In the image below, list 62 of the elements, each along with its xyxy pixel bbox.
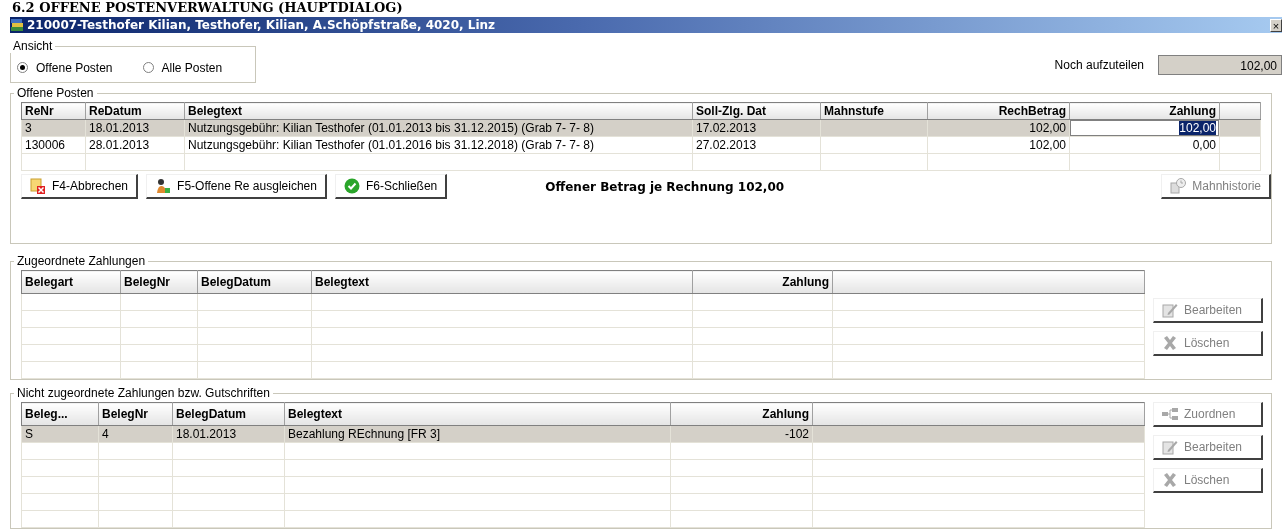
table-cell: 18.01.2013 xyxy=(176,427,237,441)
table-cell: Nutzungsgebühr: Kilian Testhofer (01.01.2016 bis 31.12.2018) (Grab 7- 7- 8) xyxy=(188,138,595,152)
table-cell: 102,00 xyxy=(1029,138,1066,152)
table-cell: 130006 xyxy=(25,138,66,152)
table-cell: 102,00 xyxy=(1029,121,1066,135)
table-row[interactable]: 130006 28.01.2013 Nutzungsgebühr: Kilian Testhofer (01.01.2016 bis 31.12.2018) (Grab 7- 7- 8) 27.02.2013 102,00 0,00 xyxy=(21,136,1261,154)
document-heading: 6.2 OFFENE POSTENVERWALTUNG (HAUPTDIALOG) xyxy=(11,0,404,17)
tree-icon xyxy=(1162,406,1178,422)
action-button[interactable]: F6-Schließen xyxy=(334,174,448,199)
field-label: Noch aufzuteilen xyxy=(1054,58,1144,72)
edit-icon xyxy=(1162,302,1178,318)
column-header[interactable]: BelegDatum xyxy=(197,270,312,294)
remaining-amount-field[interactable]: 102,00 xyxy=(1158,55,1282,75)
table-cell: S xyxy=(25,427,33,441)
book-stack-icon xyxy=(10,18,24,32)
group-label: Nicht zugeordnete Zahlungen bzw. Gutschriften xyxy=(16,386,271,400)
group-label: Zugeordnete Zahlungen xyxy=(16,254,147,268)
column-header[interactable]: BelegNr xyxy=(120,270,198,294)
table-cell: 18.01.2013 xyxy=(89,121,150,135)
column-header[interactable]: Zahlung xyxy=(692,270,833,294)
column-header[interactable]: BelegDatum xyxy=(172,402,285,426)
table-cell: 3 xyxy=(25,121,32,135)
action-button[interactable]: F5-Offene Re ausgleichen xyxy=(146,174,327,199)
person-icon xyxy=(155,178,172,194)
table-cell: 28.01.2013 xyxy=(89,138,150,152)
check-icon xyxy=(343,178,360,194)
action-button[interactable]: F4-Abbrechen xyxy=(21,174,139,199)
column-header[interactable]: Soll-Zlg. Dat xyxy=(692,102,821,120)
column-header[interactable]: Beleg... xyxy=(21,402,99,426)
column-header[interactable]: BelegNr xyxy=(98,402,173,426)
table-cell: 0,00 xyxy=(1192,138,1216,152)
close-button[interactable]: × xyxy=(1270,18,1282,32)
table-row[interactable]: S 4 18.01.2013 Bezahlung REchnung [FR 3] -102 xyxy=(21,425,1145,443)
table-cell: 4 xyxy=(102,427,109,441)
column-header[interactable]: Belegtext xyxy=(184,102,693,120)
radio-option[interactable]: Alle Posten xyxy=(142,60,223,75)
table-cell: -102 xyxy=(784,427,809,441)
delete-icon xyxy=(1162,335,1178,351)
payment-input[interactable]: 102,00 xyxy=(1070,120,1219,136)
column-header[interactable]: Belegart xyxy=(21,270,121,294)
open-amount-text: Offener Betrag je Rechnung 102,00 xyxy=(545,179,785,194)
group-label: Offene Posten xyxy=(16,86,95,100)
group-label: Ansicht xyxy=(12,39,54,53)
radio-option[interactable]: Offene Posten xyxy=(17,60,113,75)
column-header[interactable]: Zahlung xyxy=(670,402,813,426)
column-header[interactable]: ReDatum xyxy=(85,102,185,120)
column-header[interactable]: RechBetrag xyxy=(927,102,1070,120)
table-cell: 27.02.2013 xyxy=(696,138,757,152)
column-header[interactable]: Mahnstufe xyxy=(820,102,928,120)
edit-icon xyxy=(1162,439,1178,455)
table-cell: Bezahlung REchnung [FR 3] xyxy=(288,427,441,441)
column-header[interactable]: Belegtext xyxy=(311,270,693,294)
clock-document-icon xyxy=(1170,178,1187,194)
cancel-document-icon xyxy=(30,178,46,194)
table-row[interactable]: 3 18.01.2013 Nutzungsgebühr: Kilian Testhofer (01.01.2013 bis 31.12.2015) (Grab 7- 7- 8) 17.02.2013 102,00 102,00 xyxy=(21,119,1261,137)
table-cell: Nutzungsgebühr: Kilian Testhofer (01.01.2013 bis 31.12.2015) (Grab 7- 7- 8) xyxy=(188,121,595,135)
window-title: 210007-Testhofer Kilian, Testhofer, Kilian, A.Schöpfstraße, 4020, Linz xyxy=(27,18,497,32)
delete-icon xyxy=(1162,472,1178,488)
column-header[interactable]: Zahlung xyxy=(1069,102,1220,120)
column-header[interactable]: ReNr xyxy=(21,102,86,120)
table-cell: 17.02.2013 xyxy=(696,121,757,135)
column-header[interactable]: Belegtext xyxy=(284,402,671,426)
